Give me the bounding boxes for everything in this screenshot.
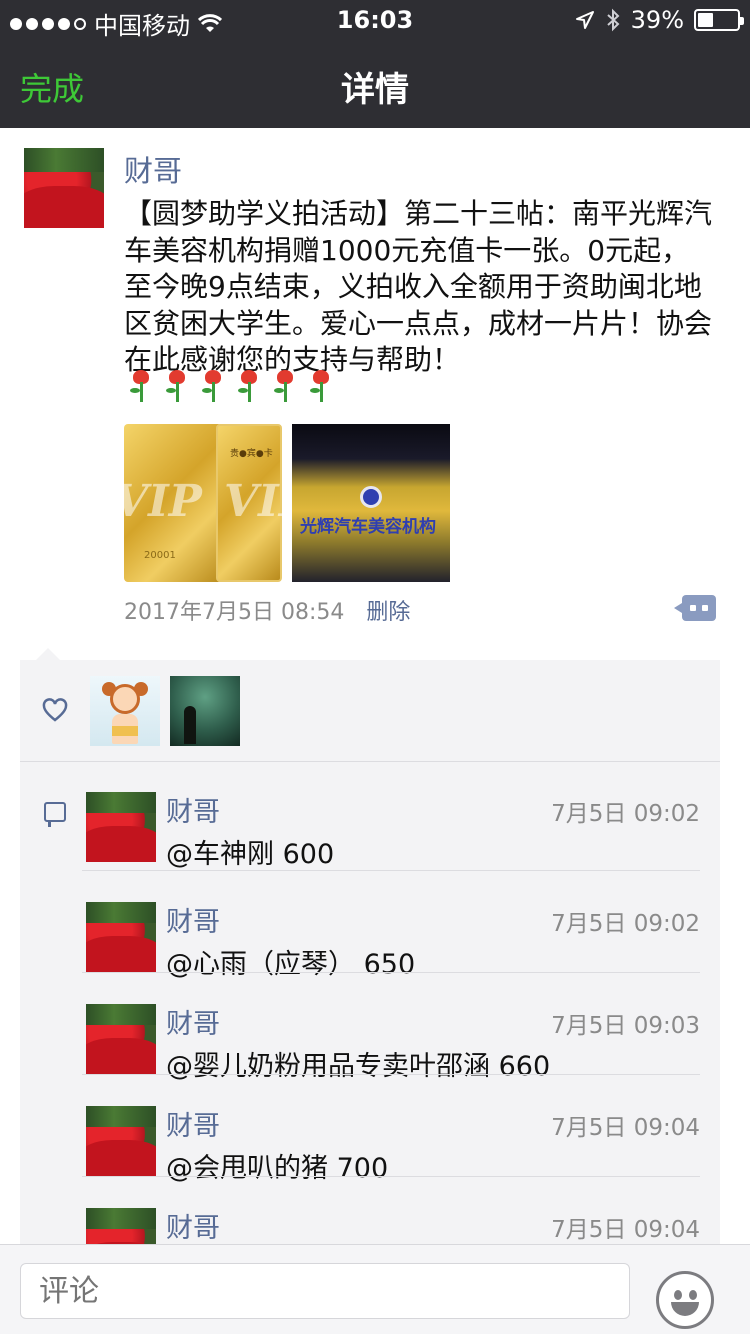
store-sign: 光辉汽车美容机构 (300, 517, 436, 537)
card-vip-text-2: VIP (224, 476, 282, 527)
comment-time: 7月5日 09:03 (551, 1013, 700, 1039)
card-vip-text: VIP (124, 476, 202, 527)
comment-text: @会甩叭的猪 700 (166, 1153, 389, 1184)
rose-icon (198, 370, 228, 404)
comment-divider (82, 972, 700, 973)
delete-link[interactable]: 删除 (366, 594, 410, 626)
comment-time: 7月5日 09:04 (551, 1115, 700, 1141)
comment-time: 7月5日 09:02 (551, 911, 700, 937)
card-top-text: 贵●宾●卡 (230, 449, 273, 459)
commenter-avatar[interactable] (86, 1004, 156, 1074)
comment-text: @婴儿奶粉用品专卖叶邵涵 660 (166, 1051, 551, 1082)
location-icon (575, 11, 594, 29)
bluetooth-icon (606, 8, 620, 32)
comment-time: 7月5日 09:02 (551, 801, 700, 827)
panel-arrow (36, 648, 60, 660)
comment-divider (82, 1074, 700, 1075)
commenter-name[interactable]: 财哥 (166, 790, 220, 829)
commenter-avatar[interactable] (86, 792, 156, 862)
liker-avatar[interactable] (170, 676, 240, 746)
comment-input[interactable] (20, 1263, 630, 1319)
comment-like-menu-button[interactable] (674, 595, 716, 621)
page-title: 详情 (341, 70, 409, 110)
battery-icon (694, 9, 744, 31)
interaction-panel: 财哥 7月5日 09:02 @车神刚 600 财哥 7月5日 09:02 @心雨（应琴） … (20, 660, 720, 1278)
rose-icon (162, 370, 192, 404)
comment-text: @心雨（应琴） 650 (166, 949, 416, 980)
commenter-avatar[interactable] (86, 1106, 156, 1176)
liker-avatar[interactable] (90, 676, 160, 746)
heart-icon (42, 698, 68, 722)
commenter-name[interactable]: 财哥 (166, 900, 220, 939)
comment-input-bar (0, 1244, 750, 1334)
battery-percent: 39% (630, 6, 684, 34)
status-right: 39% (575, 6, 744, 34)
top-bar: 中国移动 16:03 39% 完成 详情 (0, 0, 750, 128)
store-logo (360, 486, 382, 508)
commenter-name[interactable]: 财哥 (166, 1206, 220, 1245)
post-photo-vip-cards[interactable]: VIP 20001 贵●宾●卡 VIP (124, 424, 282, 582)
nav-bar: 完成 详情 (0, 40, 750, 128)
post-text: 【圆梦助学义拍活动】第二十三帖：南平光辉汽车美容机构捐赠1000元充值卡一张。0… (124, 197, 713, 376)
commenter-name[interactable]: 财哥 (166, 1104, 220, 1143)
vip-card-back: 贵●宾●卡 VIP (216, 424, 282, 582)
rose-icon (306, 370, 336, 404)
rose-icon (126, 370, 156, 404)
post-photo-storefront[interactable]: 光辉汽车美容机构 (292, 424, 450, 582)
vip-card-front: VIP 20001 (124, 424, 222, 582)
emoji-button[interactable] (656, 1271, 714, 1329)
commenter-name[interactable]: 财哥 (166, 1002, 220, 1041)
comment-icon (44, 802, 66, 827)
comment-time: 7月5日 09:04 (551, 1217, 700, 1243)
post-timestamp: 2017年7月5日 08:54 (124, 600, 345, 625)
rose-emoji-row (126, 370, 336, 404)
rose-icon (234, 370, 264, 404)
card-number: 20001 (144, 550, 176, 561)
comment-divider (82, 870, 700, 871)
commenter-avatar[interactable] (86, 902, 156, 972)
comment-text: @车神刚 600 (166, 839, 335, 870)
rose-icon (270, 370, 300, 404)
author-name[interactable]: 财哥 (124, 148, 182, 190)
status-bar: 中国移动 16:03 39% (0, 0, 750, 40)
post-meta: 2017年7月5日 08:54 删除 (124, 594, 410, 626)
moment-post: 财哥 【圆梦助学义拍活动】第二十三帖：南平光辉汽车美容机构捐赠1000元充值卡一… (0, 128, 750, 625)
likes-row (20, 660, 720, 762)
comment-divider (82, 1176, 700, 1177)
author-avatar[interactable] (24, 148, 104, 228)
